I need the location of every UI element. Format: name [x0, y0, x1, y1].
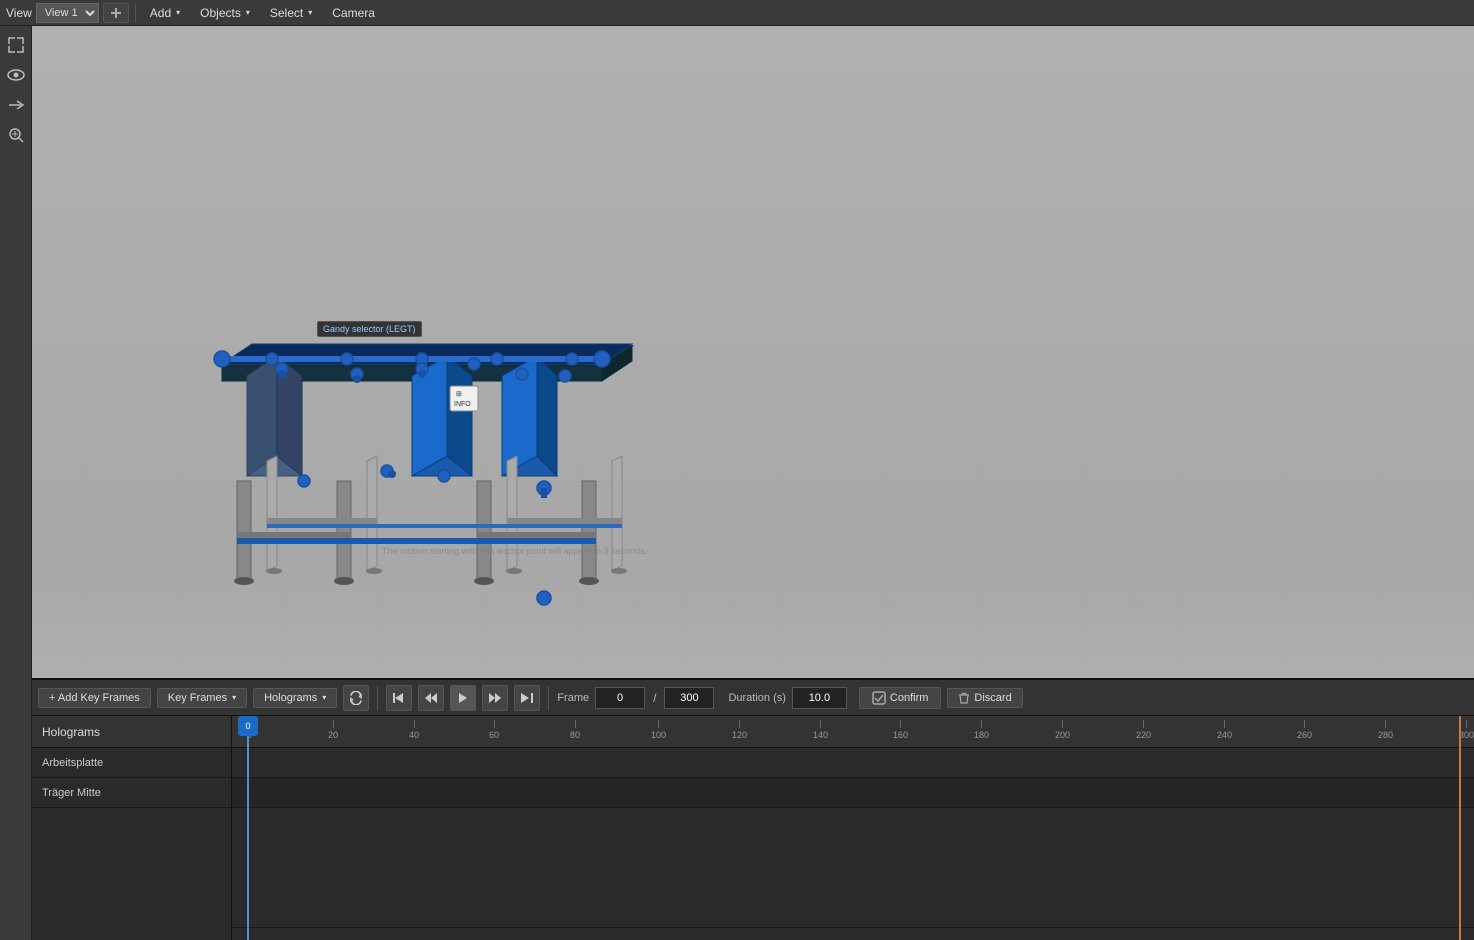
view-select[interactable]: View 1: [36, 3, 99, 23]
tl-separator-1: [377, 686, 378, 710]
svg-text:⊞: ⊞: [456, 391, 462, 398]
left-toolbar: [0, 26, 32, 940]
timeline-panel: + Add Key Frames Key Frames ▾ Holograms …: [32, 678, 1474, 940]
discard-button[interactable]: Discard: [947, 688, 1022, 708]
total-frames-input[interactable]: [664, 687, 714, 709]
track-rows: [232, 748, 1474, 928]
timeline-ruler: 0 20 40 60 80 100 120 140 160 180 200 220 240 260 280 3…: [232, 716, 1474, 748]
rewind-button[interactable]: [418, 685, 444, 711]
ruler-mark-240: 240: [1217, 716, 1232, 747]
timeline-ruler-inner: 0 20 40 60 80 100 120 140 160 180 200 220 240 260 280 3…: [232, 716, 1474, 747]
add-keyframes-button[interactable]: + Add Key Frames: [38, 688, 151, 708]
play-button[interactable]: [450, 685, 476, 711]
keyframes-dropdown-button[interactable]: Key Frames ▾: [157, 688, 247, 708]
ruler-mark-220: 220: [1136, 716, 1151, 747]
track-row-2: [232, 808, 1474, 928]
add-icon-btn[interactable]: [103, 3, 129, 23]
select-menu[interactable]: Select ▾: [262, 4, 320, 22]
svg-text:INFO: INFO: [454, 401, 471, 408]
expand-tool-button[interactable]: [3, 32, 29, 58]
ruler-mark-120: 120: [732, 716, 747, 747]
timeline-body: Holograms Arbeitsplatte Träger Mitte: [32, 716, 1474, 940]
ruler-mark-80: 80: [570, 716, 580, 747]
eye-tool-button[interactable]: [3, 62, 29, 88]
add-dropdown-arrow: ▾: [176, 8, 180, 17]
frame-slash: /: [653, 691, 656, 705]
objects-menu[interactable]: Objects ▾: [192, 4, 258, 22]
table-3d-object: ⊞ INFO: [192, 296, 652, 616]
ruler-mark-20: 20: [328, 716, 338, 747]
tl-separator-2: [548, 686, 549, 710]
ruler-mark-100: 100: [651, 716, 666, 747]
confirm-button[interactable]: Confirm: [859, 687, 942, 709]
ruler-mark-140: 140: [813, 716, 828, 747]
navigate-tool-button[interactable]: [3, 92, 29, 118]
go-start-button[interactable]: [386, 685, 412, 711]
add-menu[interactable]: Add ▾: [142, 4, 188, 22]
duration-label: Duration (s): [728, 692, 785, 704]
camera-menu[interactable]: Camera: [324, 4, 383, 22]
ruler-mark-60: 60: [489, 716, 499, 747]
hologram-list-header: Holograms: [32, 716, 231, 748]
holograms-dropdown-button[interactable]: Holograms ▾: [253, 688, 337, 708]
ruler-mark-180: 180: [974, 716, 989, 747]
end-frame-marker: [1459, 716, 1461, 940]
viewport[interactable]: ⊞ INFO Gandy selector (LEGT) The motion …: [32, 26, 1474, 940]
timeline-toolbar: + Add Key Frames Key Frames ▾ Holograms …: [32, 680, 1474, 716]
objects-dropdown-arrow: ▾: [246, 8, 250, 17]
main-layout: ⊞ INFO Gandy selector (LEGT) The motion …: [0, 26, 1474, 940]
separator-1: [135, 4, 136, 22]
timeline-tracks: 0 20 40 60 80 100 120 140 160 180 200 220 240 260 280 3…: [232, 716, 1474, 940]
ruler-mark-200: 200: [1055, 716, 1070, 747]
ruler-mark-280: 280: [1378, 716, 1393, 747]
frame-input[interactable]: [595, 687, 645, 709]
hologram-item-1[interactable]: Träger Mitte: [32, 778, 231, 808]
ruler-mark-300: 300: [1459, 716, 1474, 747]
ruler-mark-260: 260: [1297, 716, 1312, 747]
sync-button[interactable]: [343, 685, 369, 711]
track-row-0: [232, 748, 1474, 778]
track-row-1: [232, 778, 1474, 808]
go-end-button[interactable]: [514, 685, 540, 711]
ruler-mark-160: 160: [893, 716, 908, 747]
select-dropdown-arrow: ▾: [308, 8, 312, 17]
frame-label: Frame: [557, 692, 589, 704]
hologram-item-0[interactable]: Arbeitsplatte: [32, 748, 231, 778]
view-label: View: [6, 6, 32, 20]
zoom-tool-button[interactable]: [3, 122, 29, 148]
forward-button[interactable]: [482, 685, 508, 711]
keyframes-arrow: ▾: [232, 693, 236, 702]
holograms-arrow: ▾: [322, 693, 326, 702]
top-menu-bar: View View 1 Add ▾ Objects ▾ Select ▾ Cam…: [0, 0, 1474, 26]
playhead[interactable]: 0: [247, 716, 249, 940]
duration-input[interactable]: [792, 687, 847, 709]
ruler-mark-40: 40: [409, 716, 419, 747]
playhead-frame-indicator: 0: [238, 716, 258, 736]
hologram-list: Holograms Arbeitsplatte Träger Mitte: [32, 716, 232, 940]
